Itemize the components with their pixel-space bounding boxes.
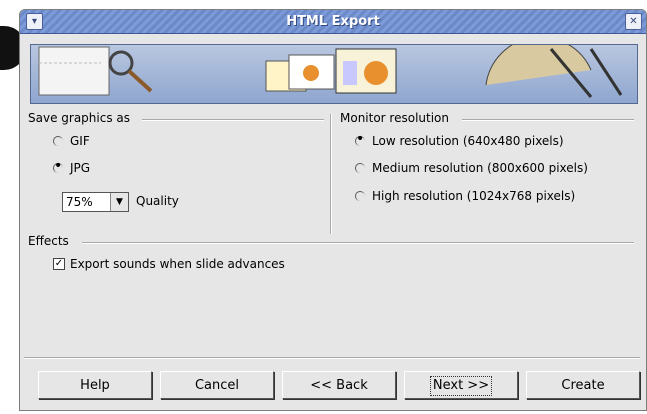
back-button[interactable]: << Back [282, 371, 396, 399]
quality-dropdown[interactable]: 75% ▼ [62, 192, 129, 212]
effects-label: Effects [28, 234, 69, 248]
export-sounds-label: Export sounds when slide advances [70, 257, 285, 271]
html-export-dialog: ▾ HTML Export ✕ Save graphics as GIF JPG [19, 9, 647, 411]
monitor-resolution-divider [462, 119, 634, 121]
quality-value: 75% [66, 195, 93, 209]
radio-low-indicator[interactable] [355, 134, 366, 147]
create-button[interactable]: Create [526, 371, 640, 399]
next-button-label[interactable]: Next >> [429, 376, 493, 396]
radio-gif-indicator[interactable] [53, 135, 64, 147]
radio-gif[interactable]: GIF [53, 134, 90, 148]
radio-low-resolution[interactable]: Low resolution (640x480 pixels) [355, 134, 564, 148]
save-graphics-divider [142, 119, 324, 121]
radio-jpg-label: JPG [70, 161, 91, 175]
checkmark-icon[interactable]: ✓ [53, 258, 65, 270]
button-separator [24, 357, 640, 359]
save-graphics-label: Save graphics as [28, 111, 130, 125]
radio-low-label: Low resolution (640x480 pixels) [372, 134, 564, 148]
column-divider [330, 114, 332, 234]
radio-medium-indicator[interactable] [355, 162, 366, 174]
radio-high-resolution[interactable]: High resolution (1024x768 pixels) [355, 189, 575, 203]
radio-high-indicator[interactable] [355, 190, 366, 202]
radio-high-label: High resolution (1024x768 pixels) [372, 189, 576, 203]
radio-gif-label: GIF [70, 134, 90, 148]
effects-divider [82, 242, 634, 244]
monitor-resolution-label: Monitor resolution [340, 111, 450, 125]
window-title: HTML Export [286, 14, 380, 29]
quality-label: Quality [136, 194, 179, 208]
radio-jpg[interactable]: JPG [53, 161, 90, 175]
title-bar[interactable]: ▾ HTML Export ✕ [20, 10, 646, 34]
export-sounds-checkbox[interactable]: ✓ Export sounds when slide advances [53, 257, 285, 271]
cancel-button[interactable]: Cancel [160, 371, 274, 399]
dropdown-arrow-icon[interactable]: ▼ [110, 193, 128, 211]
help-button[interactable]: Help [38, 371, 152, 399]
next-button[interactable]: Next >> [404, 371, 518, 399]
radio-medium-resolution[interactable]: Medium resolution (800x600 pixels) [355, 161, 588, 175]
close-button[interactable]: ✕ [625, 13, 642, 30]
radio-jpg-indicator[interactable] [53, 161, 64, 174]
radio-medium-label: Medium resolution (800x600 pixels) [372, 161, 588, 175]
wizard-banner-image [30, 36, 638, 104]
